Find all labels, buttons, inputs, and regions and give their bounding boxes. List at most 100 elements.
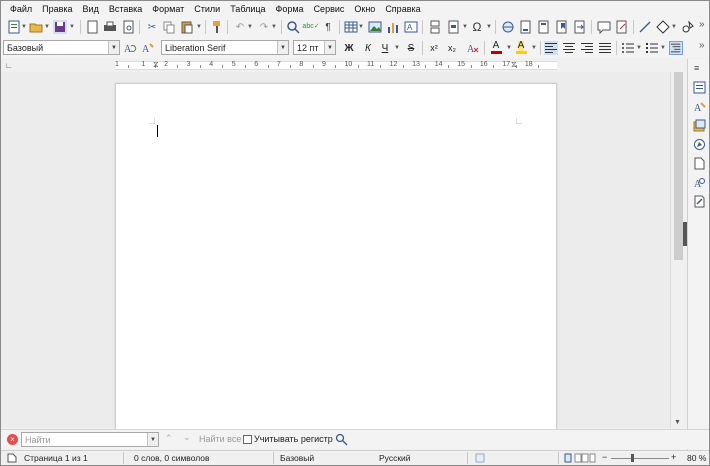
numbered-dropdown-icon[interactable]: ▼ <box>660 45 666 51</box>
properties-icon[interactable] <box>693 81 706 94</box>
find-replace-icon[interactable] <box>335 433 348 446</box>
find-next-icon[interactable]: ⌄ <box>183 432 191 443</box>
match-case-checkbox[interactable] <box>243 435 252 444</box>
menu-item[interactable]: Формат <box>147 4 189 14</box>
tab-type-icon[interactable]: ∟ <box>5 61 13 70</box>
formatting-marks-icon[interactable]: ¶ <box>321 20 335 34</box>
cut-icon[interactable]: ✂ <box>145 20 159 34</box>
save-dropdown-icon[interactable]: ▼ <box>69 24 75 30</box>
font-color-button[interactable]: A <box>489 40 503 54</box>
page-style[interactable]: Базовый <box>280 453 314 463</box>
styles-icon[interactable]: A <box>693 100 706 113</box>
redo-dropdown-icon[interactable]: ▼ <box>271 24 277 30</box>
gallery-icon[interactable] <box>693 119 706 132</box>
manage-changes-icon[interactable] <box>693 195 706 208</box>
page-indicator[interactable]: Страница 1 из 1 <box>24 453 88 463</box>
document-area[interactable] <box>1 72 670 433</box>
draw-functions-icon[interactable] <box>681 20 695 34</box>
print-icon[interactable] <box>103 20 117 34</box>
view-layout-icon[interactable] <box>564 453 596 463</box>
align-left-icon[interactable] <box>544 41 558 55</box>
undo-dropdown-icon[interactable]: ▼ <box>247 24 253 30</box>
footnote-icon[interactable] <box>519 20 533 34</box>
print-preview-icon[interactable] <box>121 20 135 34</box>
bold-button[interactable]: Ж <box>342 41 356 55</box>
first-line-indent-marker-icon[interactable]: ⧖ <box>153 60 159 70</box>
insert-table-icon[interactable] <box>344 20 358 34</box>
bullet-list-icon[interactable] <box>621 41 635 55</box>
scrollbar-thumb[interactable] <box>674 72 683 260</box>
new-document-icon[interactable] <box>7 20 21 34</box>
navigator-icon[interactable] <box>693 138 706 151</box>
horizontal-ruler[interactable]: ∟ 1 1 2 3 4 5 6 7 8 9 10 11 12 13 14 15 16 17 18 ⧖ ⧖ <box>1 59 687 72</box>
save-icon[interactable] <box>53 20 67 34</box>
page-break-icon[interactable] <box>428 20 442 34</box>
insert-chart-icon[interactable] <box>386 20 400 34</box>
paste-icon[interactable] <box>180 20 194 34</box>
highlight-color-button[interactable]: A <box>514 40 528 54</box>
redo-icon[interactable]: ↷ <box>257 20 271 34</box>
word-count[interactable]: 0 слов, 0 символов <box>134 453 210 463</box>
font-name-combo[interactable]: Liberation Serif ▼ <box>161 40 289 55</box>
update-style-icon[interactable]: A <box>123 41 137 55</box>
track-changes-icon[interactable] <box>615 20 629 34</box>
insert-image-icon[interactable] <box>368 20 382 34</box>
italic-button[interactable]: К <box>361 41 375 55</box>
outline-list-icon[interactable] <box>669 41 683 55</box>
bookmark-icon[interactable] <box>555 20 569 34</box>
menu-item[interactable]: Таблица <box>225 4 270 14</box>
vertical-scrollbar[interactable]: ▼ <box>670 72 686 428</box>
open-folder-icon[interactable] <box>29 20 43 34</box>
special-char-dropdown-icon[interactable]: ▼ <box>486 24 492 30</box>
style-inspector-icon[interactable]: A <box>693 176 706 189</box>
insert-textbox-icon[interactable]: A <box>404 20 418 34</box>
ruler-track[interactable]: 1 1 2 3 4 5 6 7 8 9 10 11 12 13 14 15 16 17 18 ⧖ ⧖ <box>115 60 557 70</box>
strikethrough-button[interactable]: S <box>404 41 418 55</box>
page-icon[interactable] <box>693 157 706 170</box>
underline-button[interactable]: Ч <box>378 41 392 55</box>
zoom-level[interactable]: 80 % <box>687 453 706 463</box>
menu-item[interactable]: Сервис <box>309 4 350 14</box>
numbered-list-icon[interactable] <box>645 41 659 55</box>
menu-item[interactable]: Окно <box>349 4 380 14</box>
close-findbar-icon[interactable]: × <box>7 434 18 445</box>
table-dropdown-icon[interactable]: ▼ <box>358 24 364 30</box>
zoom-slider[interactable] <box>611 458 669 459</box>
chevron-down-icon[interactable]: ▼ <box>277 41 288 54</box>
chevron-down-icon[interactable]: ▼ <box>108 41 119 54</box>
menu-item[interactable]: Стили <box>189 4 225 14</box>
insert-field-icon[interactable] <box>447 20 461 34</box>
underline-dropdown-icon[interactable]: ▼ <box>394 45 400 51</box>
overflow-chevron-icon[interactable]: » <box>699 19 705 30</box>
endnote-icon[interactable] <box>537 20 551 34</box>
zoom-in-icon[interactable]: + <box>671 452 676 462</box>
find-input[interactable]: Найти ▼ <box>21 432 159 447</box>
menu-item[interactable]: Файл <box>5 4 37 14</box>
export-pdf-icon[interactable] <box>85 20 99 34</box>
paragraph-style-combo[interactable]: Базовый ▼ <box>3 40 120 55</box>
scroll-down-icon[interactable]: ▼ <box>674 419 681 426</box>
hyperlink-icon[interactable] <box>501 20 515 34</box>
new-style-icon[interactable]: A <box>141 41 155 55</box>
align-right-icon[interactable] <box>580 41 594 55</box>
language[interactable]: Русский <box>379 453 411 463</box>
clone-formatting-icon[interactable] <box>210 20 224 34</box>
sidebar-menu-icon[interactable]: ≡ <box>694 63 699 73</box>
zoom-slider-thumb[interactable] <box>631 454 634 462</box>
right-indent-marker-icon[interactable]: ⧖ <box>511 60 517 70</box>
open-dropdown-icon[interactable]: ▼ <box>44 24 50 30</box>
comment-icon[interactable] <box>597 20 611 34</box>
undo-icon[interactable]: ↶ <box>233 20 247 34</box>
menu-item[interactable]: Справка <box>380 4 425 14</box>
find-previous-icon[interactable]: ⌃ <box>165 433 173 444</box>
chevron-down-icon[interactable]: ▼ <box>147 433 158 446</box>
paste-dropdown-icon[interactable]: ▼ <box>196 24 202 30</box>
justify-icon[interactable] <box>598 41 612 55</box>
copy-icon[interactable] <box>162 20 176 34</box>
font-color-dropdown-icon[interactable]: ▼ <box>506 45 512 51</box>
menu-item[interactable]: Форма <box>271 4 309 14</box>
menu-item[interactable]: Вид <box>78 4 104 14</box>
new-dropdown-icon[interactable]: ▼ <box>21 24 27 30</box>
line-icon[interactable] <box>638 20 652 34</box>
overflow-chevron-icon[interactable]: » <box>699 40 705 51</box>
